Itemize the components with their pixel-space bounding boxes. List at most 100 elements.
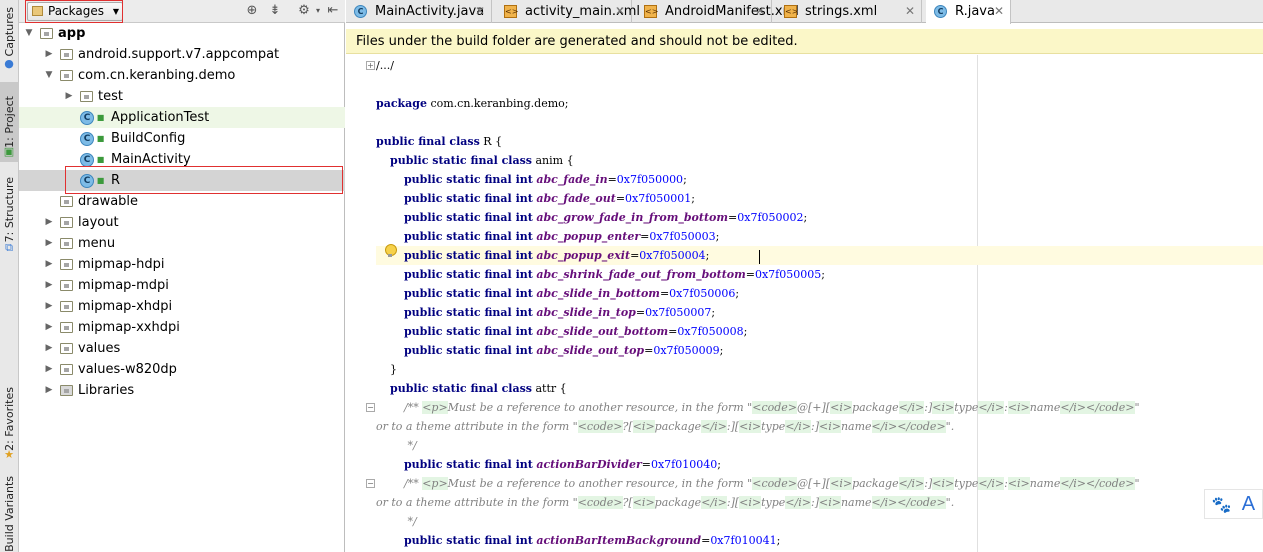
folder-icon: [60, 364, 73, 375]
close-icon[interactable]: ✕: [615, 0, 625, 23]
chevron-right-icon[interactable]: ▶: [43, 275, 55, 296]
tree-node-label: mipmap-xhdpi: [78, 299, 173, 314]
tree-node[interactable]: ▼ app: [19, 23, 345, 44]
ime-badge[interactable]: 🐾 A: [1204, 489, 1263, 519]
tree-node[interactable]: ▶ values: [19, 338, 345, 359]
fold-marker[interactable]: −: [366, 479, 375, 488]
chevron-right-icon[interactable]: ▶: [63, 86, 75, 107]
packages-icon: [32, 6, 43, 16]
tree-node[interactable]: ▶ values-w820dp: [19, 359, 345, 380]
folder-icon: [60, 196, 73, 207]
tab-strings-xml[interactable]: <> strings.xml ✕: [776, 0, 922, 23]
close-icon[interactable]: ✕: [994, 0, 1004, 23]
chevron-down-icon[interactable]: ▼: [23, 23, 35, 44]
android-icon: ▣: [3, 145, 15, 158]
tree-node-label: R: [111, 173, 121, 188]
tree-node[interactable]: C ■ ApplicationTest: [19, 107, 345, 128]
chevron-right-icon[interactable]: ▶: [43, 317, 55, 338]
chevron-down-icon[interactable]: ▼: [43, 65, 55, 86]
field-name: abc_slide_in_bottom: [536, 287, 660, 300]
collapse-icon[interactable]: ⇟: [267, 3, 283, 19]
chevron-right-icon[interactable]: ▶: [43, 254, 55, 275]
code-line: public static final int actionBarDivider…: [403, 458, 721, 471]
tree-node[interactable]: ▶ test: [19, 86, 345, 107]
tree-node[interactable]: ▶ mipmap-hdpi: [19, 254, 345, 275]
tree-node[interactable]: drawable: [19, 191, 345, 212]
tree-node[interactable]: ▶ mipmap-xxhdpi: [19, 317, 345, 338]
tree-node-label: mipmap-xxhdpi: [78, 320, 180, 335]
lock-icon: ■: [96, 176, 105, 185]
lock-icon: ■: [96, 134, 105, 143]
tree-node[interactable]: ▶ layout: [19, 212, 345, 233]
fold-marker[interactable]: +: [366, 61, 375, 70]
field-value: 0x7f050000: [616, 173, 684, 186]
chevron-down-icon[interactable]: ▾: [310, 3, 326, 19]
chevron-right-icon[interactable]: ▶: [43, 233, 55, 254]
chevron-right-icon[interactable]: ▶: [43, 44, 55, 65]
hide-icon[interactable]: ⇤: [325, 3, 341, 19]
tree-node-label: values: [78, 341, 121, 356]
favorites-tab[interactable]: 2: Favorites: [0, 380, 19, 458]
close-icon[interactable]: ✕: [905, 0, 915, 23]
close-icon[interactable]: ✕: [475, 0, 485, 23]
captures-tab[interactable]: Captures: [0, 2, 19, 62]
code-line: public static final int abc_slide_in_bot…: [403, 287, 740, 300]
field-name: abc_grow_fade_in_from_bottom: [536, 211, 729, 224]
tree-node[interactable]: C ■ R: [19, 170, 345, 191]
structure-icon: ⧉: [5, 241, 13, 254]
tree-node[interactable]: C ■ BuildConfig: [19, 128, 345, 149]
tree-node[interactable]: ▶ android.support.v7.appcompat: [19, 44, 345, 65]
project-panel-header: Packages ▼ ⊕ ⇟ ⚙ ▾ ⇤: [19, 0, 345, 23]
code-line: public static final int actionBarItemBac…: [403, 534, 781, 547]
target-icon[interactable]: ⊕: [244, 3, 260, 19]
field-name: abc_popup_exit: [536, 249, 631, 262]
chevron-right-icon[interactable]: ▶: [43, 296, 55, 317]
tree-node-label: drawable: [78, 194, 139, 209]
chevron-right-icon[interactable]: ▶: [43, 338, 55, 359]
chevron-right-icon[interactable]: ▶: [43, 380, 55, 401]
chevron-down-icon: ▼: [112, 7, 119, 16]
view-selector-dropdown[interactable]: Packages ▼: [27, 2, 123, 21]
fold-marker[interactable]: −: [366, 403, 375, 412]
folder-icon: [60, 280, 73, 291]
tree-node-label: com.cn.keranbing.demo: [78, 68, 236, 83]
java-file-icon: C: [354, 5, 367, 18]
tree-node[interactable]: ▶ mipmap-mdpi: [19, 275, 345, 296]
tree-node[interactable]: C ■ MainActivity: [19, 149, 345, 170]
package-name: com.cn.keranbing.demo;: [430, 97, 569, 110]
tab-mainactivity-java[interactable]: C MainActivity.java ✕: [346, 0, 492, 23]
field-name: actionBarDivider: [536, 458, 642, 471]
tab-androidmanifest-xml[interactable]: <> AndroidManifest.xml ✕: [636, 0, 799, 23]
tree-node[interactable]: ▶ Libraries: [19, 380, 345, 401]
class-icon: C: [80, 174, 94, 188]
field-value: 0x7f010041: [710, 534, 777, 547]
tab-r-java[interactable]: C R.java ✕: [926, 0, 1011, 24]
tree-node-label: BuildConfig: [111, 131, 186, 146]
doc-text: or to a theme attribute in the form: [376, 496, 573, 509]
inner-class-name: attr: [535, 382, 557, 395]
doc-text: Must be a reference to another resource,…: [447, 401, 748, 414]
code-line: public static final class anim {: [390, 154, 574, 167]
tree-node[interactable]: ▼ com.cn.keranbing.demo: [19, 65, 345, 86]
build-variants-tab[interactable]: Build Variants: [0, 476, 19, 552]
field-value: 0x7f050006: [669, 287, 736, 300]
libraries-icon: [60, 385, 73, 396]
tree-node-label: values-w820dp: [78, 362, 177, 377]
tab-activity_main-xml[interactable]: <> activity_main.xml ✕: [496, 0, 640, 23]
tree-node[interactable]: ▶ mipmap-xhdpi: [19, 296, 345, 317]
folder-icon: [60, 322, 73, 333]
tab-label: strings.xml: [805, 4, 878, 19]
structure-tab[interactable]: 7: Structure: [0, 172, 19, 248]
code-editor[interactable]: /.../ package com.cn.keranbing.demo; publi…: [376, 56, 1263, 552]
field-name: abc_fade_in: [536, 173, 608, 186]
chevron-right-icon[interactable]: ▶: [43, 359, 55, 380]
project-panel: Packages ▼ ⊕ ⇟ ⚙ ▾ ⇤ ▼ app ▶ android.suppor…: [19, 0, 345, 552]
chevron-right-icon[interactable]: ▶: [43, 212, 55, 233]
lightbulb-icon[interactable]: [385, 244, 397, 258]
paw-icon: 🐾: [1211, 494, 1232, 514]
tree-node[interactable]: ▶ menu: [19, 233, 345, 254]
tab-label: R.java: [955, 4, 995, 19]
field-name: abc_slide_in_top: [536, 306, 636, 319]
close-icon[interactable]: ✕: [755, 0, 765, 23]
code-line: package com.cn.keranbing.demo;: [376, 97, 569, 110]
